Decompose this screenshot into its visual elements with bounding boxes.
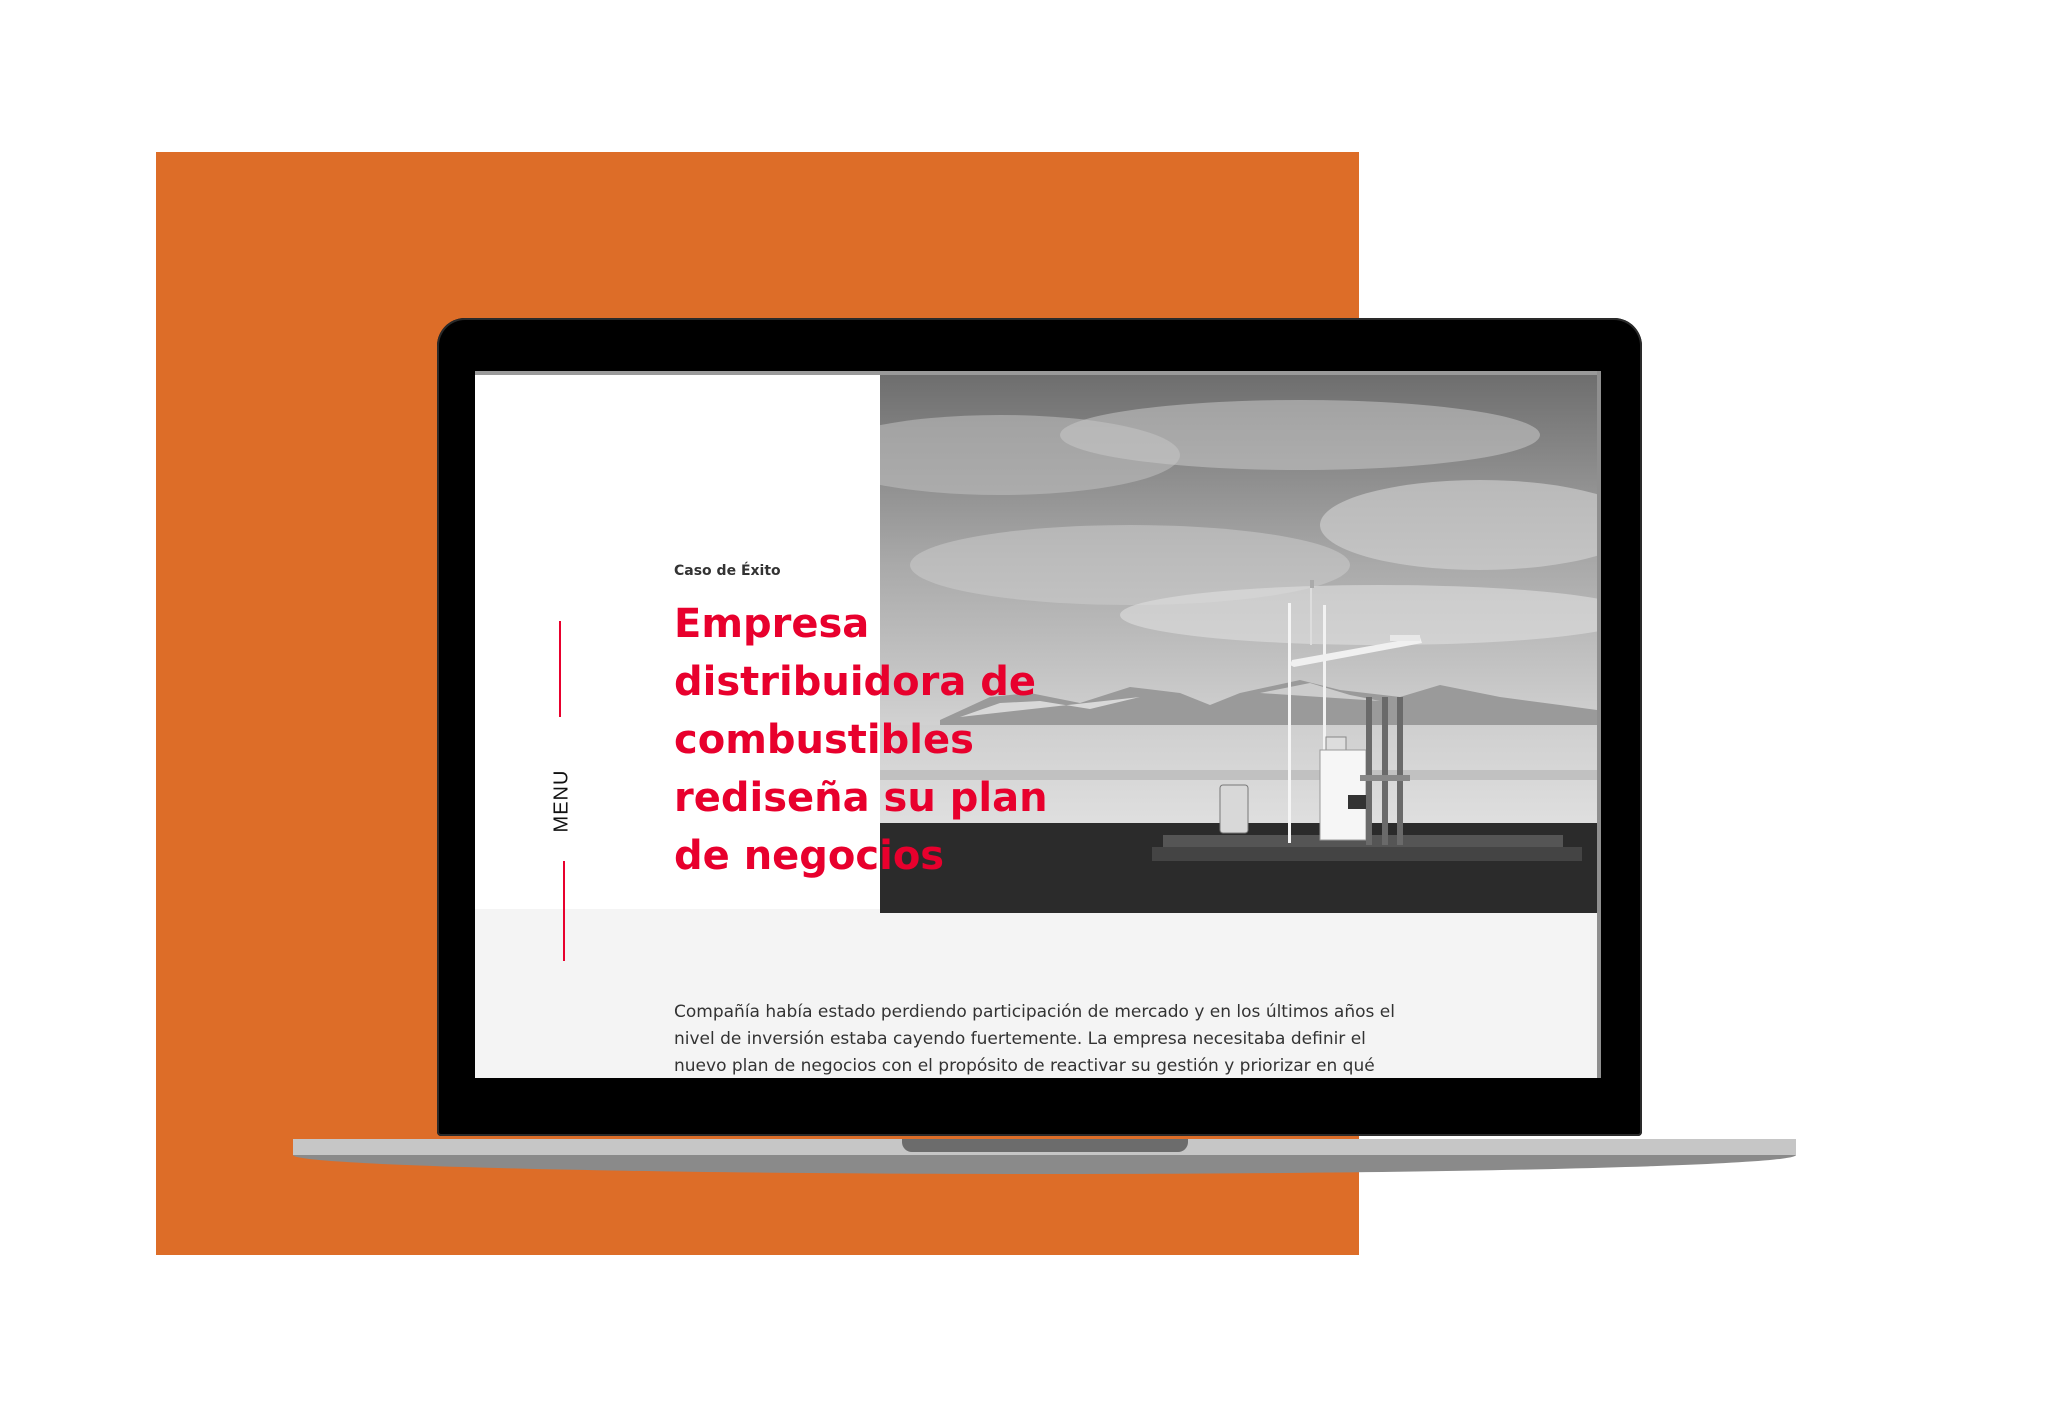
paragraph-line: Compañía había estado perdiendo particip… [674,1002,1395,1022]
menu-button[interactable]: MENU [551,770,574,833]
base-bottom [293,1155,1796,1174]
menu-line-bottom [563,861,565,961]
page-title: Empresa distribuidora de combustibles re… [674,595,1054,885]
screen-right-edge [1597,371,1601,1078]
title-line: rediseña su plan [674,775,1048,821]
title-line: de negocios [674,833,945,879]
title-line: Empresa [674,601,870,647]
paragraph-line: nuevo plan de negocios con el propósito … [674,1056,1375,1076]
title-line: distribuidora de [674,659,1037,705]
laptop-screen: MENU Caso de Éxito Empresa distribuidora… [475,371,1601,1078]
laptop-bezel: MENU Caso de Éxito Empresa distribuidora… [437,318,1642,1136]
paragraph-line: nivel de inversión estaba cayendo fuerte… [674,1029,1366,1049]
title-line: combustibles [674,717,974,763]
menu-line-top [559,621,561,717]
laptop-base [293,1139,1796,1176]
intro-paragraph: Compañía había estado perdiendo particip… [674,999,1434,1078]
trackpad-notch [902,1139,1188,1152]
eyebrow-label: Caso de Éxito [674,563,781,579]
